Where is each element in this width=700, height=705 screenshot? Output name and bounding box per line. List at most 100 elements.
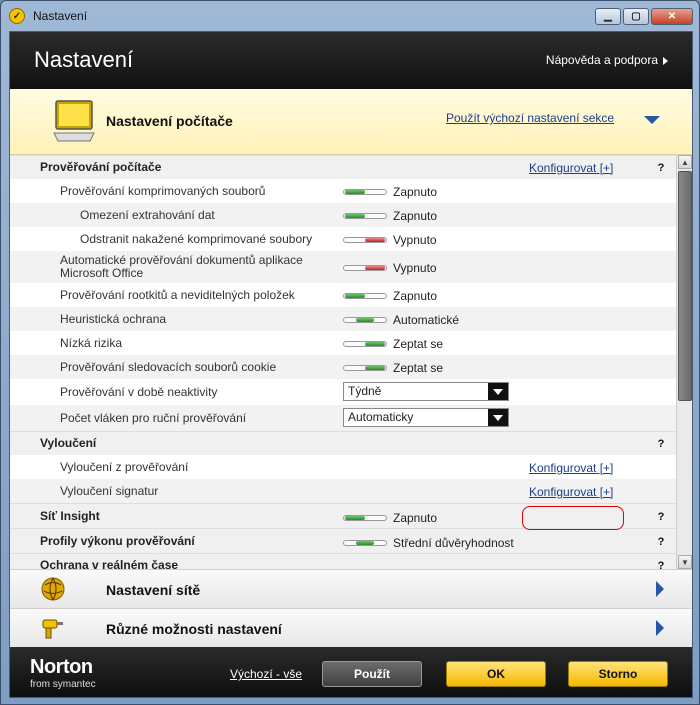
- help-support-link[interactable]: Nápověda a podpora: [546, 53, 668, 67]
- maximize-button[interactable]: ▢: [623, 8, 649, 25]
- dropdown-arrow-icon[interactable]: [488, 383, 508, 400]
- help-icon[interactable]: ?: [654, 161, 668, 175]
- drill-icon: [42, 619, 63, 639]
- help-icon[interactable]: ?: [654, 437, 668, 451]
- setting-label: Prověřování rootkitů a neviditelných pol…: [60, 288, 295, 302]
- setting-row[interactable]: Odstranit nakažené komprimované soubory …: [10, 227, 676, 251]
- group-header-exclusions: Vyloučení ?: [10, 431, 676, 455]
- slider-track[interactable]: [343, 515, 387, 521]
- setting-row[interactable]: Prověřování rootkitů a neviditelných pol…: [10, 283, 676, 307]
- group-title: Prověřování počítače: [40, 160, 162, 174]
- page-title: Nastavení: [34, 47, 134, 72]
- setting-state: Zapnuto: [393, 289, 438, 303]
- group-title: Vyloučení: [40, 436, 97, 450]
- setting-row[interactable]: Omezení extrahování dat Zapnuto: [10, 203, 676, 227]
- group-header-profiles[interactable]: Profily výkonu prověřování Střední důvěr…: [10, 528, 676, 553]
- setting-label: Vyloučení z prověřování: [60, 460, 189, 474]
- cancel-button[interactable]: Storno: [568, 661, 668, 687]
- setting-row[interactable]: Prověřování v době neaktivity Týdně: [10, 379, 676, 405]
- category-title: Různé možnosti nastavení: [106, 621, 282, 637]
- setting-state: Vypnuto: [393, 233, 437, 247]
- chevron-right-icon: [663, 56, 668, 65]
- header: Nastavení Nápověda a podpora: [10, 32, 692, 89]
- settings-window: ✓ Nastavení ▁ ▢ ✕ Nastavení Nápověda a p…: [0, 0, 700, 705]
- slider-track[interactable]: [343, 365, 387, 371]
- help-icon[interactable]: ?: [654, 510, 668, 524]
- setting-row[interactable]: Prověřování sledovacích souborů cookie Z…: [10, 355, 676, 379]
- help-icon[interactable]: ?: [654, 535, 668, 549]
- section-title: Nastavení počítače: [106, 113, 233, 129]
- footer-bar: Norton from symantec Výchozí - vše Použí…: [10, 647, 692, 697]
- setting-row[interactable]: Počet vláken pro ruční prověřování Autom…: [10, 405, 676, 431]
- setting-row[interactable]: Automatické prověřování dokumentů aplika…: [10, 251, 676, 283]
- norton-app-icon: ✓: [9, 8, 25, 24]
- title-bar: ✓ Nastavení ▁ ▢ ✕: [1, 1, 699, 31]
- setting-label: Heuristická ochrana: [60, 312, 167, 326]
- scrollbar[interactable]: ▲ ▼: [676, 155, 692, 569]
- setting-row[interactable]: Prověřování komprimovaných souborů Zapnu…: [10, 179, 676, 203]
- select-value: Týdně: [348, 384, 382, 398]
- close-button[interactable]: ✕: [651, 8, 693, 25]
- collapse-arrow-icon[interactable]: [644, 116, 660, 124]
- group-title: Profily výkonu prověřování: [40, 534, 195, 548]
- apply-button[interactable]: Použít: [322, 661, 422, 687]
- slider-track[interactable]: [343, 265, 387, 271]
- group-header-scan: Prověřování počítače Konfigurovat [+] ?: [10, 155, 676, 179]
- category-network-settings[interactable]: Nastavení sítě: [10, 569, 692, 608]
- setting-row[interactable]: Heuristická ochrana Automatické: [10, 307, 676, 331]
- section-banner: Nastavení počítače Použít výchozí nastav…: [10, 89, 692, 155]
- toggle-slider[interactable]: Zapnuto: [343, 209, 437, 223]
- ok-button[interactable]: OK: [446, 661, 546, 687]
- configure-link-scan-exclusions[interactable]: Konfigurovat [+]: [529, 461, 613, 475]
- slider-track[interactable]: [343, 540, 387, 546]
- toggle-slider[interactable]: Střední důvěryhodnost: [343, 536, 514, 550]
- slider-track[interactable]: [343, 293, 387, 299]
- setting-state: Zeptat se: [393, 337, 444, 351]
- setting-state: Zapnuto: [393, 185, 438, 199]
- slider-track[interactable]: [343, 189, 387, 195]
- window-title: Nastavení: [33, 9, 88, 23]
- slider-track[interactable]: [343, 317, 387, 323]
- dropdown-arrow-icon[interactable]: [488, 409, 508, 426]
- slider-track[interactable]: [343, 213, 387, 219]
- setting-label: Odstranit nakažené komprimované soubory: [80, 232, 313, 246]
- category-misc-settings[interactable]: Různé možnosti nastavení: [10, 608, 692, 647]
- restore-all-defaults-link[interactable]: Výchozí - vše: [230, 667, 302, 681]
- toggle-slider[interactable]: Zapnuto: [343, 185, 437, 199]
- setting-label: Počet vláken pro ruční prověřování: [60, 411, 247, 425]
- slider-track[interactable]: [343, 237, 387, 243]
- toggle-slider[interactable]: Vypnuto: [343, 233, 437, 247]
- settings-list: Prověřování počítače Konfigurovat [+] ? …: [10, 155, 676, 569]
- toggle-slider[interactable]: Zeptat se: [343, 337, 443, 351]
- setting-row: Vyloučení signatur Konfigurovat [+]: [10, 479, 676, 503]
- configure-link-signature-exclusions[interactable]: Konfigurovat [+]: [529, 485, 613, 499]
- setting-state: Automatické: [393, 313, 460, 327]
- main-content: Nastavení Nápověda a podpora Nastavení p…: [9, 31, 693, 698]
- setting-label: Omezení extrahování dat: [80, 208, 215, 222]
- toggle-slider[interactable]: Zapnuto: [343, 289, 437, 303]
- toggle-slider[interactable]: Zeptat se: [343, 361, 443, 375]
- group-header-realtime[interactable]: Ochrana v reálném čase ?: [10, 553, 676, 569]
- toggle-slider[interactable]: Vypnuto: [343, 261, 437, 275]
- toggle-slider[interactable]: Automatické: [343, 313, 459, 327]
- idle-scan-select[interactable]: Týdně: [343, 382, 509, 401]
- setting-label: Prověřování v době neaktivity: [60, 385, 218, 399]
- select-value: Automaticky: [348, 410, 414, 424]
- setting-state: Střední důvěryhodnost: [393, 536, 514, 550]
- setting-state: Zapnuto: [393, 209, 438, 223]
- toggle-slider[interactable]: Zapnuto: [343, 511, 437, 525]
- slider-track[interactable]: [343, 341, 387, 347]
- scroll-down-icon[interactable]: ▼: [678, 555, 692, 569]
- scroll-up-icon[interactable]: ▲: [678, 155, 692, 169]
- group-title: Síť Insight: [40, 509, 100, 523]
- configure-link-scan[interactable]: Konfigurovat [+]: [529, 161, 613, 175]
- setting-row[interactable]: Nízká rizika Zeptat se: [10, 331, 676, 355]
- setting-label: Prověřování sledovacích souborů cookie: [60, 360, 277, 374]
- minimize-button[interactable]: ▁: [595, 8, 621, 25]
- scroll-thumb[interactable]: [678, 171, 692, 401]
- setting-label: Automatické prověřování dokumentů aplika…: [60, 253, 303, 280]
- threads-select[interactable]: Automaticky: [343, 408, 509, 427]
- group-title: Ochrana v reálném čase: [40, 558, 179, 570]
- use-defaults-link[interactable]: Použít výchozí nastavení sekce: [446, 111, 614, 125]
- help-icon[interactable]: ?: [654, 559, 668, 569]
